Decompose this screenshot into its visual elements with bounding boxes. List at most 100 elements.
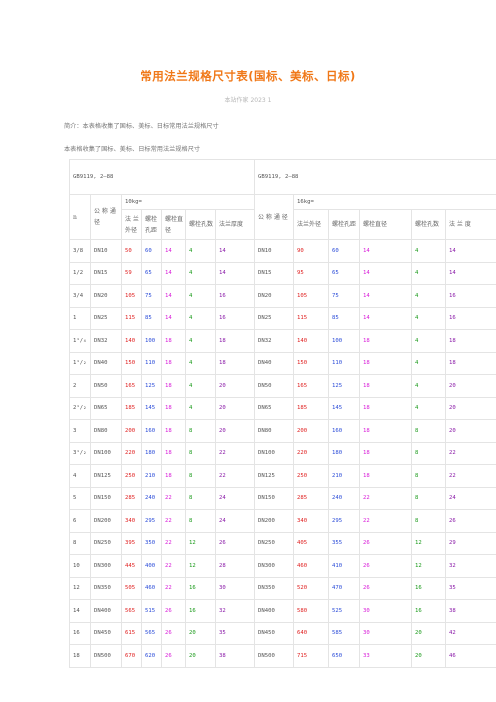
cell-outer-diameter: 150	[121, 351, 142, 375]
cell-dn-left: DN150	[90, 486, 122, 510]
cell-dn-right: DN200	[254, 509, 295, 533]
col-bolt-diameter-right: 螺栓直径	[359, 209, 413, 240]
cell-outer-diameter: 220	[293, 441, 330, 465]
cell-outer-diameter: 615	[121, 621, 142, 645]
cell-bolt-diameter: 14	[359, 306, 413, 330]
cell-bolt-circle: 160	[141, 419, 162, 443]
cell-n: 3	[69, 419, 91, 443]
cell-outer-diameter: 395	[121, 531, 142, 555]
cell-dn-left: DN500	[90, 644, 122, 668]
cell-bolt-diameter: 18	[359, 329, 413, 353]
cell-bolt-diameter: 14	[359, 284, 413, 308]
cell-bolt-diameter: 22	[161, 486, 186, 510]
cell-bolt-count: 20	[411, 644, 447, 668]
cell-n: 2¹/₂	[69, 396, 91, 420]
standard-row: GB9119, 2—88 GB9119, 2—88	[68, 159, 496, 195]
cell-bolt-diameter: 33	[359, 644, 413, 668]
cell-dn-right: DN450	[254, 621, 295, 645]
col-bolt-count-right: 螺栓孔数	[411, 209, 447, 240]
n-header: n	[69, 194, 91, 240]
cell-dn-left: DN20	[90, 284, 122, 308]
cell-bolt-count: 4	[185, 374, 216, 398]
document-title: 常用法兰规格尺寸表(国标、美标、日标)	[140, 69, 356, 83]
cell-bolt-circle: 145	[141, 396, 162, 420]
cell-bolt-diameter: 22	[359, 486, 413, 510]
cell-bolt-circle: 60	[328, 239, 361, 263]
cell-bolt-circle: 60	[141, 239, 162, 263]
cell-dn-right: DN400	[254, 599, 295, 623]
cell-bolt-diameter: 14	[161, 306, 186, 330]
cell-bolt-circle: 240	[141, 486, 162, 510]
cell-bolt-diameter: 26	[359, 531, 413, 555]
cell-thickness: 14	[445, 239, 496, 263]
cell-bolt-diameter: 26	[161, 599, 186, 623]
cell-thickness: 22	[445, 441, 496, 465]
cell-thickness: 30	[214, 576, 256, 600]
cell-bolt-circle: 355	[328, 531, 361, 555]
cell-thickness: 16	[214, 284, 256, 308]
cell-bolt-diameter: 14	[161, 239, 186, 263]
table-row: 8 DN250 395 350 22 12 26 DN250 405 355 26 12 29	[69, 531, 496, 555]
cell-n: 3¹/₂	[69, 441, 91, 465]
cell-thickness: 26	[214, 531, 256, 555]
cell-bolt-diameter: 18	[161, 396, 186, 420]
cell-bolt-count: 12	[185, 554, 216, 578]
cell-bolt-diameter: 18	[161, 374, 186, 398]
cell-bolt-count: 4	[185, 306, 216, 330]
table-row: 1 DN25 115 85 14 4 16 DN25 115 85 14 4 16	[69, 306, 496, 330]
cell-outer-diameter: 90	[293, 239, 330, 263]
pressure-grade-left: 10kg=	[120, 194, 256, 210]
cell-outer-diameter: 505	[121, 576, 142, 600]
cell-bolt-count: 16	[185, 576, 216, 600]
cell-bolt-count: 4	[185, 351, 216, 375]
cell-outer-diameter: 150	[293, 351, 330, 375]
cell-outer-diameter: 95	[293, 261, 330, 285]
cell-thickness: 16	[445, 284, 496, 308]
col-bolt-circle-left: 螺栓孔距	[141, 209, 162, 240]
cell-dn-left: DN100	[90, 441, 122, 465]
cell-thickness: 14	[445, 261, 496, 285]
cell-dn-right: DN150	[254, 486, 295, 510]
cell-outer-diameter: 115	[121, 306, 142, 330]
cell-thickness: 46	[445, 644, 496, 668]
cell-bolt-diameter: 18	[359, 374, 413, 398]
cell-thickness: 20	[214, 396, 256, 420]
cell-dn-right: DN15	[254, 261, 295, 285]
cell-thickness: 16	[214, 306, 256, 330]
cell-dn-right: DN50	[254, 374, 295, 398]
cell-bolt-count: 12	[411, 531, 447, 555]
cell-bolt-diameter: 18	[161, 419, 186, 443]
cell-bolt-count: 8	[185, 441, 216, 465]
cell-bolt-circle: 295	[328, 509, 361, 533]
col-thickness-right: 法 兰 度	[445, 209, 496, 240]
cell-outer-diameter: 59	[121, 261, 142, 285]
cell-outer-diameter: 460	[293, 554, 330, 578]
cell-outer-diameter: 250	[293, 464, 330, 488]
cell-thickness: 35	[214, 621, 256, 645]
cell-outer-diameter: 200	[121, 419, 142, 443]
cell-thickness: 32	[445, 554, 496, 578]
cell-thickness: 24	[214, 509, 256, 533]
cell-dn-left: DN80	[90, 419, 122, 443]
cell-bolt-count: 20	[185, 621, 216, 645]
cell-outer-diameter: 185	[293, 396, 330, 420]
table-row: 12 DN350 505 460 22 16 30 DN350 520 470 26 16 35	[69, 576, 496, 600]
cell-bolt-circle: 650	[328, 644, 361, 668]
cell-outer-diameter: 165	[293, 374, 330, 398]
cell-bolt-count: 4	[185, 329, 216, 353]
cell-dn-left: DN300	[90, 554, 122, 578]
cell-bolt-diameter: 18	[161, 329, 186, 353]
cell-bolt-diameter: 26	[161, 621, 186, 645]
cell-bolt-count: 8	[185, 486, 216, 510]
cell-n: 3/4	[69, 284, 91, 308]
cell-n: 1/2	[69, 261, 91, 285]
cell-outer-diameter: 340	[121, 509, 142, 533]
cell-thickness: 18	[445, 329, 496, 353]
cell-bolt-circle: 565	[141, 621, 162, 645]
cell-outer-diameter: 520	[293, 576, 330, 600]
cell-dn-left: DN400	[90, 599, 122, 623]
cell-bolt-diameter: 22	[161, 554, 186, 578]
cell-bolt-circle: 65	[141, 261, 162, 285]
standard-left: GB9119, 2—88	[68, 159, 256, 195]
cell-bolt-count: 4	[411, 239, 447, 263]
